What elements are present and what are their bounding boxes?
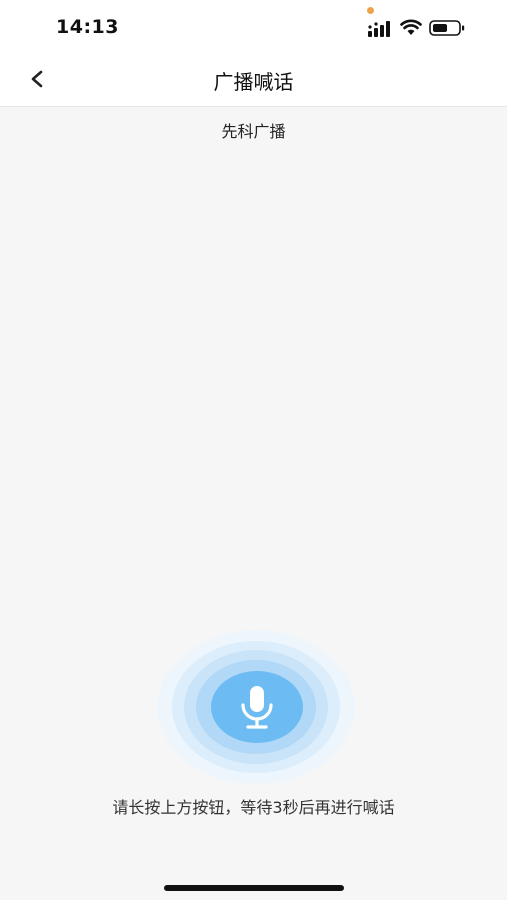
privacy-indicator-dot: [367, 7, 374, 14]
mic-area: [157, 630, 355, 784]
signal-icon: [368, 21, 390, 37]
status-bar: 14:13: [0, 0, 507, 54]
page-title: 广播喊话: [213, 70, 294, 94]
wifi-icon: [400, 19, 422, 35]
microphone-icon: [241, 686, 273, 729]
battery-icon: [429, 20, 465, 36]
channel-name: 先科广播: [221, 122, 286, 141]
navigation-bar: 广播喊话: [0, 54, 507, 107]
push-to-talk-button[interactable]: [211, 671, 303, 743]
status-time: 14:13: [56, 16, 119, 38]
status-icons: [363, 18, 473, 38]
instruction-text: 请长按上方按钮，等待3秒后再进行喊话: [112, 798, 395, 817]
home-indicator[interactable]: [164, 885, 344, 891]
